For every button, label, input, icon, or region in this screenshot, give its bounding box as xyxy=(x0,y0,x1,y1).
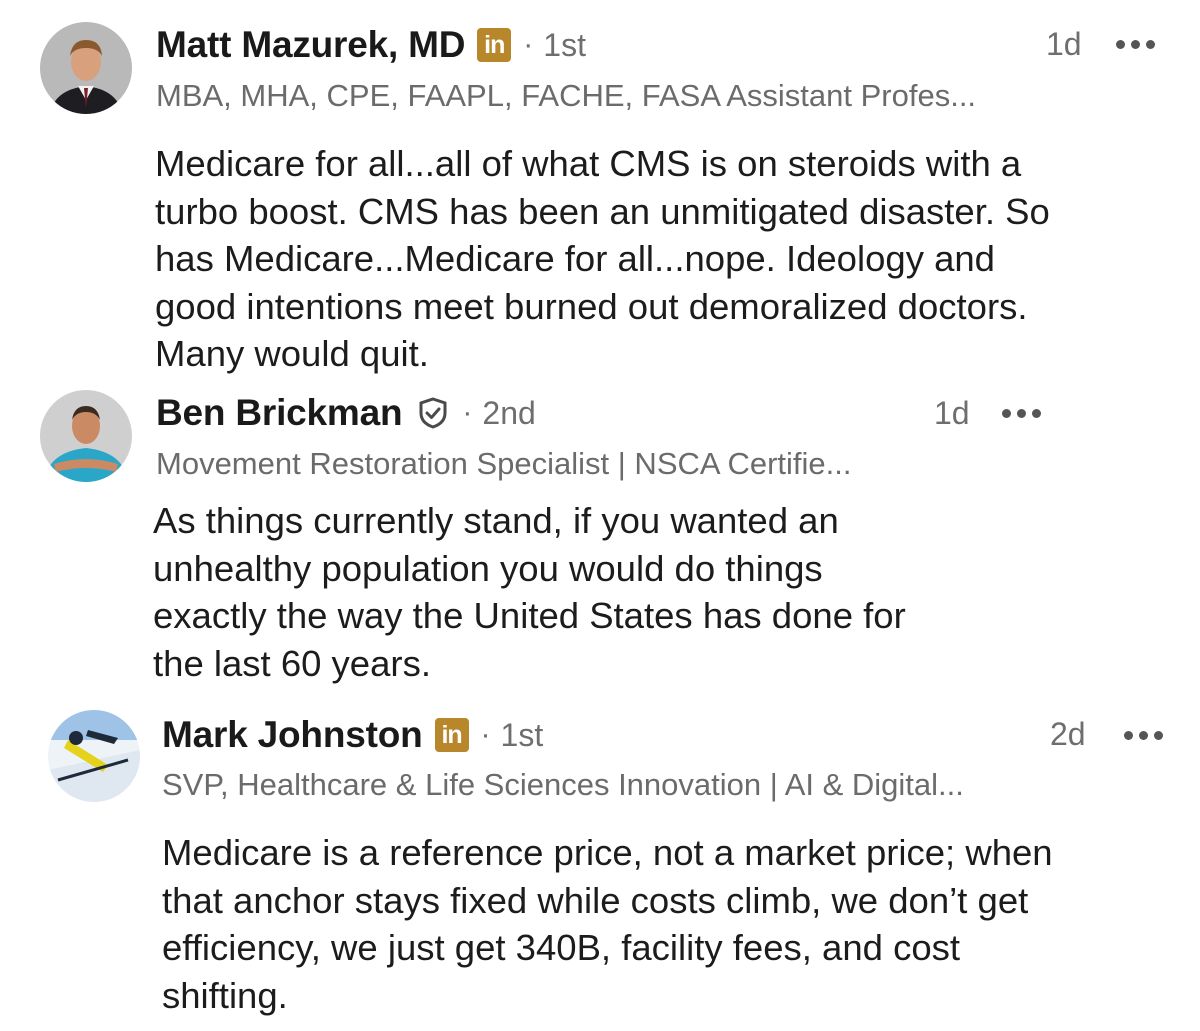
author-row: Mark Johnston in · 1st xyxy=(162,712,543,758)
author-name[interactable]: Mark Johnston xyxy=(162,714,423,756)
author-headline: SVP, Healthcare & Life Sciences Innovati… xyxy=(162,767,964,802)
comment-text: Medicare is a reference price, not a mar… xyxy=(162,832,1053,1016)
separator-dot: · xyxy=(480,718,491,751)
comment-item: Mark Johnston in · 1st 2d SVP, Healthcar… xyxy=(0,0,1200,1031)
more-horizontal-icon[interactable] xyxy=(1124,731,1164,743)
avatar[interactable] xyxy=(48,710,140,802)
comment-time: 2d xyxy=(1050,716,1086,752)
linkedin-badge-icon: in xyxy=(434,718,469,752)
connection-degree: 1st xyxy=(500,716,544,753)
